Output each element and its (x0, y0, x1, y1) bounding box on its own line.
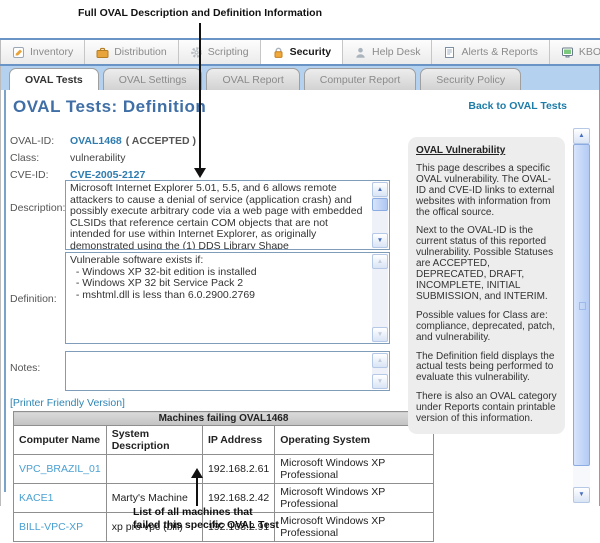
main-nav: Inventory Distribution Scripting Securit… (1, 40, 599, 64)
scrollbar-thumb[interactable] (372, 198, 388, 211)
tab-oval-settings[interactable]: OVAL Settings (103, 68, 203, 90)
nav-item-label: Help Desk (372, 46, 420, 58)
scroll-up-button[interactable]: ▲ (573, 128, 590, 144)
help-paragraph: There is also an OVAL category under Rep… (416, 392, 557, 425)
tab-security-policy[interactable]: Security Policy (420, 68, 521, 90)
annotation-arrow-line-down (199, 23, 201, 168)
tab-label: Computer Report (320, 74, 401, 86)
class-value: vulnerability (70, 152, 125, 164)
tab-label: Security Policy (436, 74, 505, 86)
nav-item-label: Scripting (208, 46, 249, 58)
briefcase-icon (96, 46, 109, 59)
operating-system-cell: Microsoft Windows XP Professional (275, 484, 434, 513)
scroll-up-button[interactable]: ▲ (372, 254, 388, 269)
help-paragraph: Possible values for Class are: complianc… (416, 311, 557, 344)
definition-scrollbar: ▲ ▼ (372, 254, 388, 342)
definition-label: Definition: (10, 293, 57, 305)
help-title: OVAL Vulnerability (416, 146, 557, 157)
col-header-ip-address: IP Address (202, 426, 274, 455)
description-scrollbar: ▲ ▼ (372, 182, 388, 248)
annotation-bottom-line1: List of all machines that (133, 506, 279, 519)
back-to-oval-tests-link[interactable]: Back to OVAL Tests (468, 100, 567, 112)
nav-item-help-desk[interactable]: Help Desk (343, 40, 432, 64)
operating-system-cell: Microsoft Windows XP Professional (275, 513, 434, 542)
tab-computer-report[interactable]: Computer Report (304, 68, 417, 90)
operating-system-cell: Microsoft Windows XP Professional (275, 455, 434, 484)
tab-label: OVAL Settings (119, 74, 187, 86)
help-panel: OVAL Vulnerability This page describes a… (408, 137, 565, 434)
nav-item-alerts-reports[interactable]: Alerts & Reports (432, 40, 549, 64)
notes-label: Notes: (10, 362, 40, 374)
scrollbar-track[interactable] (372, 269, 388, 327)
person-icon (354, 46, 367, 59)
description-label: Description: (10, 202, 65, 214)
scroll-up-button[interactable]: ▲ (372, 182, 388, 197)
scroll-down-button[interactable]: ▼ (573, 487, 590, 503)
annotation-arrow-line-up (196, 477, 198, 506)
description-text: Microsoft Internet Explorer 5.01, 5.5, a… (66, 181, 372, 249)
definition-field[interactable]: Vulnerable software exists if: - Windows… (65, 252, 390, 344)
table-title: Machines failing OVAL1468 (14, 412, 434, 426)
class-label: Class: (10, 152, 39, 164)
content-left-border (4, 90, 6, 492)
table-row: VPC_BRAZIL_01 192.168.2.61 Microsoft Win… (14, 455, 434, 484)
tab-oval-tests[interactable]: OVAL Tests (9, 68, 99, 90)
inventory-icon (12, 46, 25, 59)
annotation-arrowhead-down-icon (194, 168, 206, 178)
nav-item-kbox-settings[interactable]: KBOX Settings (550, 40, 600, 64)
report-icon (443, 46, 456, 59)
col-header-system-description: System Description (106, 426, 202, 455)
scroll-down-button[interactable]: ▼ (372, 374, 388, 389)
lock-icon (272, 46, 285, 59)
notes-scrollbar: ▲ ▼ (372, 353, 388, 389)
table-header-row: Computer Name System Description IP Addr… (14, 426, 434, 455)
monitor-icon (561, 46, 574, 59)
oval-id-value: OVAL1468 ( ACCEPTED ) (70, 135, 196, 147)
ip-address-cell: 192.168.2.61 (202, 455, 274, 484)
tab-bar: OVAL Tests OVAL Settings OVAL Report Com… (1, 66, 599, 90)
printer-friendly-link[interactable]: [Printer Friendly Version] (10, 397, 125, 409)
oval-id-label: OVAL-ID: (10, 135, 54, 147)
scroll-down-button[interactable]: ▼ (372, 327, 388, 342)
system-description-cell (106, 455, 202, 484)
cve-id-label: CVE-ID: (10, 169, 49, 181)
col-header-computer-name: Computer Name (14, 426, 107, 455)
scrollbar-thumb[interactable] (573, 144, 590, 466)
definition-text: Vulnerable software exists if: - Windows… (66, 253, 372, 343)
nav-item-distribution[interactable]: Distribution (85, 40, 179, 64)
tab-oval-report[interactable]: OVAL Report (206, 68, 299, 90)
screenshot-root: Inventory Distribution Scripting Securit… (0, 0, 600, 543)
tab-label: OVAL Report (222, 74, 283, 86)
nav-item-security[interactable]: Security (261, 40, 343, 64)
annotation-bottom-line2: failed this specific OVAL Test (133, 519, 279, 532)
computer-name-link[interactable]: KACE1 (14, 484, 107, 513)
scrollbar-track[interactable] (372, 212, 388, 233)
tab-label: OVAL Tests (25, 74, 83, 86)
notes-text (66, 352, 372, 390)
nav-item-label: Distribution (114, 46, 167, 58)
computer-name-link[interactable]: VPC_BRAZIL_01 (14, 455, 107, 484)
description-field[interactable]: Microsoft Internet Explorer 5.01, 5.5, a… (65, 180, 390, 250)
scroll-up-button[interactable]: ▲ (372, 353, 388, 368)
annotation-bottom-label: List of all machines that failed this sp… (133, 506, 279, 532)
nav-item-scripting[interactable]: Scripting (179, 40, 261, 64)
nav-item-label: Security (290, 46, 331, 58)
notes-field[interactable]: ▲ ▼ (65, 351, 390, 391)
nav-item-label: Inventory (30, 46, 73, 58)
scrollbar-track[interactable] (573, 466, 590, 487)
table-title-row: Machines failing OVAL1468 (14, 412, 434, 426)
annotation-top-label: Full OVAL Description and Definition Inf… (60, 7, 340, 19)
nav-item-inventory[interactable]: Inventory (1, 40, 85, 64)
nav-item-label: Alerts & Reports (461, 46, 537, 58)
page-title: OVAL Tests: Definition (13, 97, 206, 117)
nav-item-label: KBOX Settings (579, 46, 600, 58)
computer-name-link[interactable]: BILL-VPC-XP (14, 513, 107, 542)
help-paragraph: This page describes a specific OVAL vuln… (416, 164, 557, 219)
scroll-down-button[interactable]: ▼ (372, 233, 388, 248)
oval-status-badge: ( ACCEPTED ) (126, 135, 196, 147)
page-scrollbar: ▲ ▼ (573, 128, 590, 503)
help-paragraph: The Definition field displays the actual… (416, 352, 557, 385)
oval-id-link[interactable]: OVAL1468 (70, 135, 122, 147)
help-paragraph: Next to the OVAL-ID is the current statu… (416, 226, 557, 302)
